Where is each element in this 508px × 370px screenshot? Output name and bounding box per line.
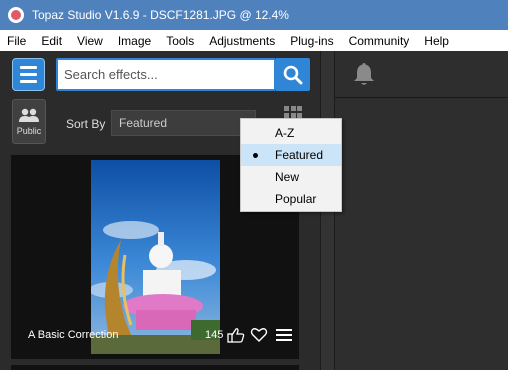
menu-image[interactable]: Image	[111, 34, 159, 48]
menu-help[interactable]: Help	[417, 34, 457, 48]
hamburger-icon[interactable]	[276, 328, 292, 342]
search-field[interactable]	[56, 58, 276, 91]
menu-edit[interactable]: Edit	[34, 34, 70, 48]
hamburger-icon	[20, 66, 37, 69]
search-button[interactable]	[276, 58, 310, 91]
sort-by-label: Sort By	[66, 117, 106, 131]
menu-plug-ins[interactable]: Plug-ins	[283, 34, 341, 48]
sort-option-a-z[interactable]: A-Z	[241, 122, 341, 144]
public-filter-button[interactable]: Public	[12, 99, 46, 144]
like-count: 145	[205, 329, 224, 341]
next-card-edge	[11, 365, 299, 370]
effect-title: A Basic Correction	[28, 329, 119, 341]
search-icon	[283, 65, 303, 84]
public-label: Public	[16, 125, 42, 136]
topaz-logo-icon	[8, 7, 24, 23]
selected-bullet-icon	[253, 153, 258, 158]
users-icon	[19, 108, 39, 122]
sort-dropdown-menu: A-Z Featured New Popular	[240, 118, 342, 212]
menu-view[interactable]: View	[70, 34, 111, 48]
bell-icon[interactable]	[352, 61, 376, 87]
sort-option-popular[interactable]: Popular	[241, 188, 341, 210]
search-input[interactable]	[64, 67, 274, 82]
menu-bar: File Edit View Image Tools Adjustments P…	[0, 30, 508, 51]
menu-file[interactable]: File	[0, 34, 34, 48]
effect-preview-image	[91, 160, 220, 354]
hamburger-menu-button[interactable]	[12, 58, 45, 91]
title-bar: Topaz Studio V1.6.9 - DSCF1281.JPG @ 12.…	[0, 0, 508, 30]
sort-select[interactable]: Featured	[111, 110, 256, 136]
right-panel	[334, 51, 508, 370]
sort-selected-value: Featured	[119, 116, 168, 130]
menu-community[interactable]: Community	[342, 34, 418, 48]
heart-icon[interactable]	[250, 327, 268, 343]
right-panel-header	[335, 51, 508, 98]
menu-tools[interactable]: Tools	[159, 34, 202, 48]
sort-option-featured[interactable]: Featured	[241, 144, 341, 166]
window-title: Topaz Studio V1.6.9 - DSCF1281.JPG @ 12.…	[32, 8, 289, 22]
thumbs-up-icon[interactable]	[227, 327, 245, 343]
menu-adjustments[interactable]: Adjustments	[202, 34, 283, 48]
sort-option-new[interactable]: New	[241, 166, 341, 188]
